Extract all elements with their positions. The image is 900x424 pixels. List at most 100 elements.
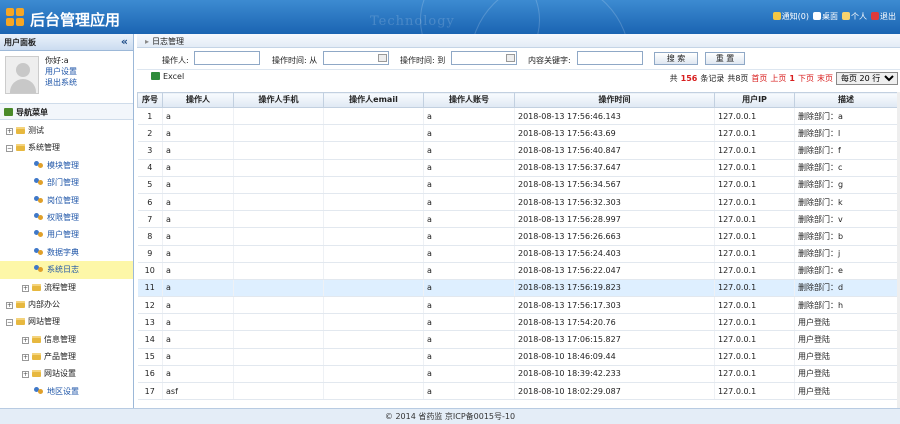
nav-item-5[interactable]: 权限管理 bbox=[0, 209, 133, 226]
nav-item-10[interactable]: + 内部办公 bbox=[0, 296, 133, 313]
header-link-home[interactable]: 桌面 bbox=[813, 11, 838, 22]
table-row[interactable]: 1 a a 2018-08-13 17:56:46.143 127.0.0.1 删除部门：… bbox=[137, 107, 897, 126]
expand-icon[interactable]: + bbox=[22, 354, 29, 362]
nav-item-1[interactable]: − 系统管理 bbox=[0, 139, 133, 156]
table-cell: a bbox=[162, 279, 234, 298]
nav-item-13[interactable]: + 产品管理 bbox=[0, 348, 133, 365]
collapse-icon[interactable]: « bbox=[121, 35, 128, 48]
table-row[interactable]: 6 a a 2018-08-13 17:56:32.303 127.0.0.1 删除部门：… bbox=[137, 193, 897, 212]
table-row[interactable]: 17 asf a 2018-08-10 18:02:29.087 127.0.0.1 用户… bbox=[137, 382, 897, 401]
nav-item-6[interactable]: 用户管理 bbox=[0, 226, 133, 243]
table-cell: 127.0.0.1 bbox=[714, 141, 795, 160]
nav-item-label: 测试 bbox=[28, 126, 44, 135]
calendar-icon[interactable] bbox=[378, 54, 387, 62]
table-cell: 6 bbox=[137, 193, 163, 212]
users-icon bbox=[34, 247, 44, 256]
time-to-input[interactable] bbox=[451, 51, 517, 65]
logout-link[interactable]: 退出系统 bbox=[45, 77, 77, 88]
expand-icon[interactable]: + bbox=[6, 128, 13, 135]
column-header[interactable]: 用户IP bbox=[714, 92, 795, 108]
table-row[interactable]: 7 a a 2018-08-13 17:56:28.997 127.0.0.1 删除部门：… bbox=[137, 210, 897, 229]
column-header[interactable]: 操作人手机 bbox=[233, 92, 324, 108]
user-settings-link[interactable]: 用户设置 bbox=[45, 66, 77, 77]
table-cell: a bbox=[423, 124, 515, 143]
nav-item-4[interactable]: 岗位管理 bbox=[0, 192, 133, 209]
column-header[interactable]: 操作人 bbox=[162, 92, 234, 108]
table-row[interactable]: 3 a a 2018-08-13 17:56:40.847 127.0.0.1 删除部门：… bbox=[137, 141, 897, 160]
column-header[interactable]: 序号 bbox=[137, 92, 163, 108]
nav-item-12[interactable]: + 信息管理 bbox=[0, 331, 133, 348]
table-row[interactable]: 2 a a 2018-08-13 17:56:43.69 127.0.0.1 删除部门：l bbox=[137, 124, 897, 143]
table-row[interactable]: 12 a a 2018-08-13 17:56:17.303 127.0.0.1 删除部门… bbox=[137, 296, 897, 315]
table-cell bbox=[233, 330, 324, 349]
expand-icon[interactable]: + bbox=[22, 284, 29, 292]
table-cell: 删除部门：k bbox=[794, 193, 897, 212]
collapse-tree-icon[interactable]: − bbox=[6, 145, 13, 153]
keyword-input[interactable] bbox=[577, 51, 643, 65]
folder-icon bbox=[32, 283, 41, 291]
nav-item-label: 产品管理 bbox=[44, 352, 76, 362]
operator-input[interactable] bbox=[194, 51, 260, 65]
prev-page-link[interactable]: 上页 bbox=[770, 73, 786, 84]
header-link-power[interactable]: 退出 bbox=[871, 11, 896, 22]
page-size-select[interactable]: 每页 20 行 bbox=[836, 72, 898, 85]
table-cell: 127.0.0.1 bbox=[714, 330, 795, 349]
table-row[interactable]: 14 a a 2018-08-13 17:06:15.827 127.0.0.1 用户登陆 bbox=[137, 330, 897, 349]
table-row[interactable]: 13 a a 2018-08-13 17:54:20.76 127.0.0.1 用户登陆 bbox=[137, 313, 897, 332]
table-cell: a bbox=[423, 227, 515, 246]
first-page-link[interactable]: 首页 bbox=[751, 73, 767, 84]
nav-item-0[interactable]: + 测试 bbox=[0, 122, 133, 139]
column-header[interactable]: 操作人email bbox=[323, 92, 424, 108]
column-header[interactable]: 操作人账号 bbox=[423, 92, 515, 108]
table-cell: a bbox=[162, 365, 234, 384]
search-button[interactable]: 搜 索 bbox=[654, 52, 698, 65]
table-row[interactable]: 4 a a 2018-08-13 17:56:37.647 127.0.0.1 删除部门：… bbox=[137, 159, 897, 177]
table-cell: 2018-08-13 17:56:32.303 bbox=[514, 193, 715, 212]
table-row[interactable]: 11 a a 2018-08-13 17:56:19.823 127.0.0.1 删除部门… bbox=[137, 279, 897, 298]
table-cell: 127.0.0.1 bbox=[714, 279, 795, 298]
users-icon bbox=[34, 230, 44, 238]
table-cell: a bbox=[423, 365, 515, 384]
nav-item-3[interactable]: 部门管理 bbox=[0, 174, 133, 191]
next-page-link[interactable]: 下页 bbox=[798, 73, 814, 84]
header-link-bell[interactable]: 通知(0) bbox=[772, 11, 809, 22]
excel-icon bbox=[151, 72, 160, 80]
calendar-icon[interactable] bbox=[506, 54, 515, 62]
nav-item-11[interactable]: − 网站管理 bbox=[0, 313, 133, 330]
column-header[interactable]: 描述 bbox=[794, 92, 897, 108]
table-cell: 删除部门：f bbox=[794, 141, 897, 160]
nav-item-label: 数据字典 bbox=[47, 247, 79, 257]
table-row[interactable]: 9 a a 2018-08-13 17:56:24.403 127.0.0.1 删除部门：… bbox=[137, 245, 897, 263]
tab-log-management[interactable]: ▸ 日志管理 bbox=[137, 34, 900, 48]
excel-export-button[interactable]: Excel bbox=[151, 72, 184, 81]
main-content: ▸ 日志管理 操作人: 操作时间: 从 操作时间: 到 内容关键字: 搜 索 重 … bbox=[137, 34, 900, 408]
table-cell: 127.0.0.1 bbox=[714, 176, 795, 194]
last-page-link[interactable]: 末页 bbox=[817, 73, 833, 84]
table-cell bbox=[323, 141, 424, 160]
table-row[interactable]: 16 a a 2018-08-10 18:39:42.233 127.0.0.1 用户登陆 bbox=[137, 365, 897, 384]
nav-item-9[interactable]: + 流程管理 bbox=[0, 279, 133, 296]
table-cell bbox=[323, 193, 424, 212]
collapse-tree-icon[interactable]: − bbox=[6, 319, 13, 327]
power-icon bbox=[871, 12, 879, 20]
nav-item-7[interactable]: 数据字典 bbox=[0, 244, 133, 261]
table-cell: 12 bbox=[137, 296, 163, 315]
table-cell: a bbox=[423, 279, 515, 298]
header-link-person[interactable]: 个人 bbox=[842, 11, 867, 22]
nav-item-8[interactable]: 系统日志 bbox=[0, 261, 133, 279]
table-row[interactable]: 8 a a 2018-08-13 17:56:26.663 127.0.0.1 删除部门：… bbox=[137, 227, 897, 246]
table-row[interactable]: 5 a a 2018-08-13 17:56:34.567 127.0.0.1 删除部门：… bbox=[137, 176, 897, 194]
table-row[interactable]: 15 a a 2018-08-10 18:46:09.44 127.0.0.1 用户登陆 bbox=[137, 348, 897, 366]
column-header[interactable]: 操作时间 bbox=[514, 92, 715, 108]
expand-icon[interactable]: + bbox=[6, 301, 13, 309]
table-cell: 删除部门：h bbox=[794, 296, 897, 315]
nav-item-14[interactable]: + 网站设置 bbox=[0, 365, 133, 382]
expand-icon[interactable]: + bbox=[22, 371, 29, 379]
time-from-input[interactable] bbox=[323, 51, 389, 65]
expand-icon[interactable]: + bbox=[22, 336, 29, 344]
reset-button[interactable]: 重 置 bbox=[705, 52, 745, 65]
nav-item-2[interactable]: 模块管理 bbox=[0, 157, 133, 174]
nav-item-15[interactable]: 地区设置 bbox=[0, 383, 133, 400]
users-icon bbox=[34, 212, 44, 221]
table-row[interactable]: 10 a a 2018-08-13 17:56:22.047 127.0.0.1 删除部门… bbox=[137, 262, 897, 280]
